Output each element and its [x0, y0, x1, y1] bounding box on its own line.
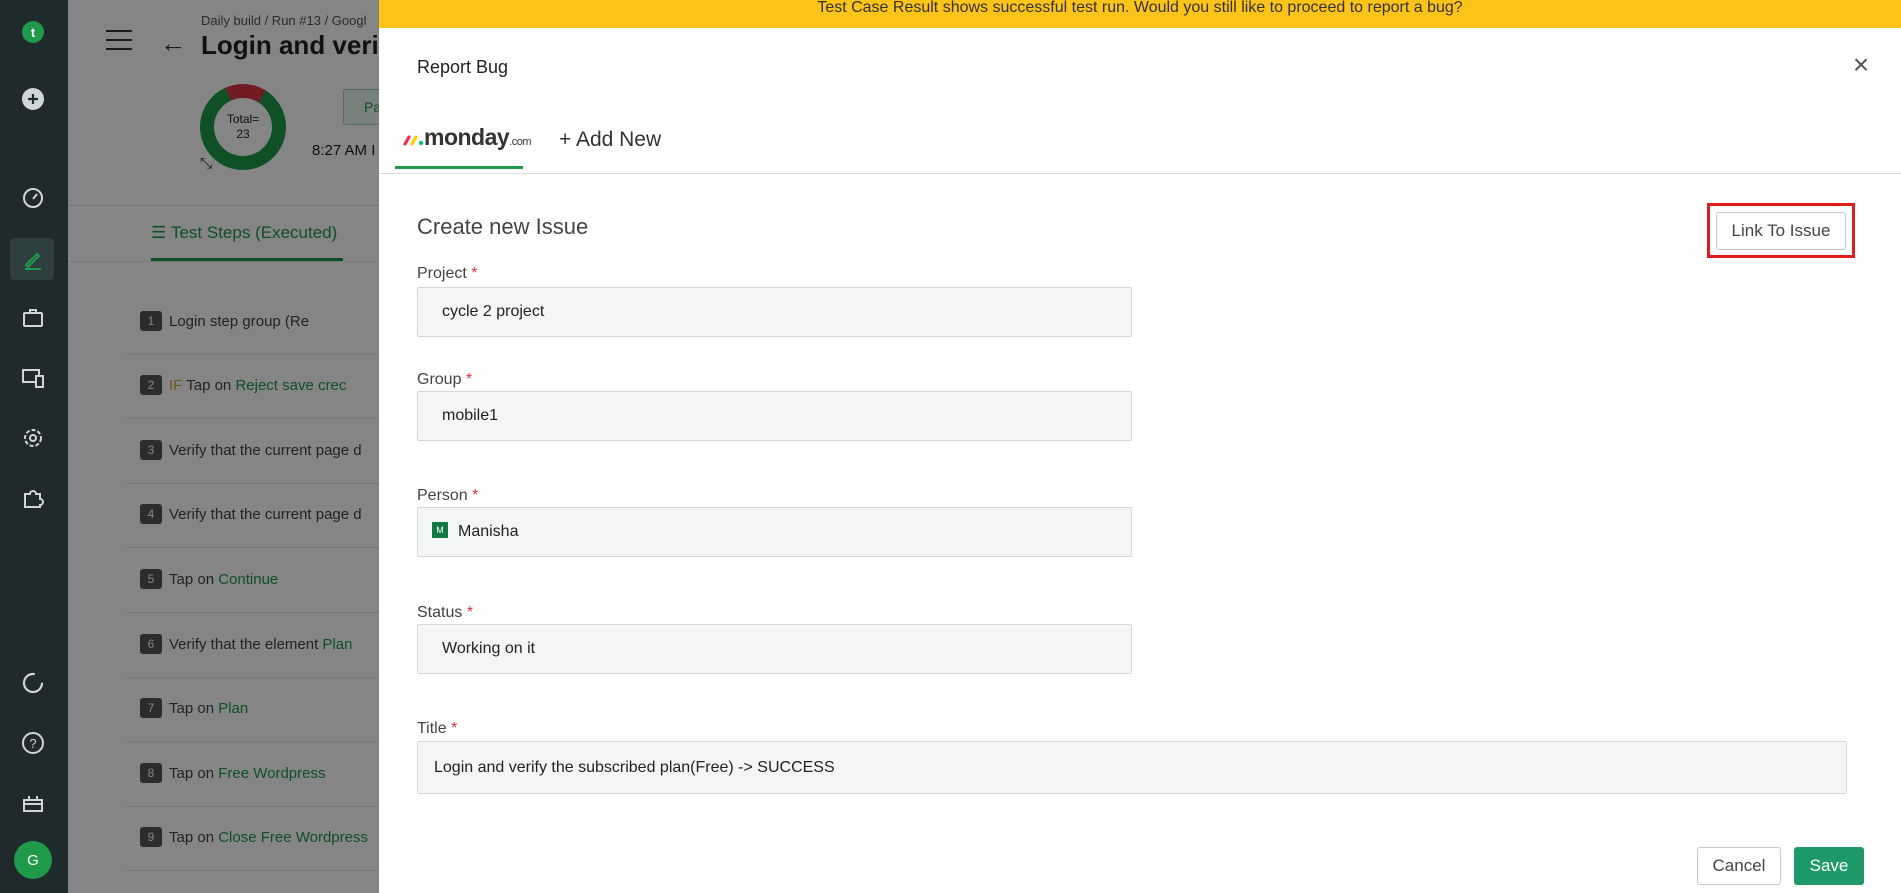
title-label-text: Title	[417, 720, 447, 737]
report-bug-dialog: Test Case Result shows successful test r…	[379, 0, 1901, 893]
tab-monday[interactable]: monday.com	[395, 120, 532, 168]
dashboard-icon[interactable]	[18, 183, 48, 213]
group-label: Group *	[417, 371, 472, 389]
monday-suffix: .com	[509, 136, 532, 148]
project-field[interactable]: cycle 2 project	[417, 287, 1132, 337]
avatar[interactable]: G	[14, 841, 52, 879]
section-title: Create new Issue	[417, 214, 589, 239]
status-field[interactable]: Working on it	[417, 624, 1132, 674]
required-mark: *	[466, 604, 474, 621]
devices-icon[interactable]	[18, 363, 48, 393]
person-value: Manisha	[458, 523, 519, 540]
save-button[interactable]: Save	[1794, 847, 1864, 885]
help-icon[interactable]: ?	[18, 728, 48, 758]
logo-icon[interactable]: t	[18, 17, 48, 47]
puzzle-icon[interactable]	[18, 483, 48, 513]
project-label: Project *	[417, 265, 477, 283]
settings-icon[interactable]	[18, 423, 48, 453]
cancel-button[interactable]: Cancel	[1697, 847, 1781, 885]
close-icon[interactable]: ×	[1847, 51, 1875, 80]
status-label-text: Status	[417, 604, 463, 621]
active-tab-underline	[395, 166, 523, 169]
status-label: Status *	[417, 604, 473, 622]
required-mark: *	[465, 371, 473, 388]
edit-icon[interactable]	[18, 244, 48, 274]
monday-logo-icon	[403, 135, 424, 146]
svg-text:t: t	[31, 25, 36, 40]
person-field[interactable]: M Manisha	[417, 507, 1132, 557]
link-to-issue-button[interactable]: Link To Issue	[1716, 212, 1846, 250]
person-avatar: M	[432, 522, 448, 539]
monday-word: monday	[424, 124, 510, 150]
plus-icon[interactable]	[18, 84, 48, 114]
gift-icon[interactable]	[18, 788, 48, 818]
project-label-text: Project	[417, 265, 467, 282]
circle-icon[interactable]	[18, 668, 48, 698]
person-label: Person *	[417, 487, 478, 505]
dialog-title: Report Bug	[417, 57, 509, 77]
group-field[interactable]: mobile1	[417, 391, 1132, 441]
person-label-text: Person	[417, 487, 468, 504]
tab-add-new[interactable]: + Add New	[559, 128, 661, 152]
monday-tab-label: monday.com	[424, 124, 532, 151]
warning-banner: Test Case Result shows successful test r…	[379, 0, 1901, 28]
required-mark: *	[451, 720, 458, 737]
briefcase-icon[interactable]	[18, 303, 48, 333]
tab-divider	[379, 173, 1901, 174]
left-navigation: t ? G	[0, 0, 68, 893]
required-mark: *	[471, 265, 478, 282]
svg-text:?: ?	[29, 736, 36, 751]
title-field[interactable]: Login and verify the subscribed plan(Fre…	[417, 741, 1847, 794]
title-label: Title *	[417, 720, 457, 738]
group-label-text: Group	[417, 371, 462, 388]
required-mark: *	[472, 487, 479, 504]
